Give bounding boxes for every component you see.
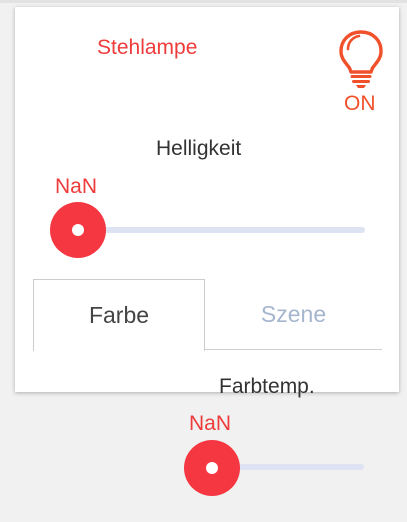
brightness-title: Helligkeit: [156, 137, 242, 160]
brightness-slider-handle[interactable]: [50, 202, 106, 258]
brightness-slider-track[interactable]: [78, 227, 365, 233]
tab-bar-divider: [204, 349, 382, 350]
brightness-value: NaN: [55, 175, 98, 198]
tab-szene[interactable]: Szene: [205, 279, 382, 349]
power-state-label: ON: [344, 92, 376, 115]
device-name: Stehlampe: [97, 36, 198, 59]
color-temperature-title: Farbtemp.: [219, 375, 315, 398]
slider-handle-dot: [72, 224, 84, 236]
slider-handle-dot: [206, 462, 218, 474]
color-temperature-value: NaN: [189, 412, 232, 435]
lamp-toggle-button[interactable]: ON: [333, 29, 389, 119]
color-temperature-slider-handle[interactable]: [184, 440, 240, 496]
top-divider: [0, 0, 407, 3]
tab-farbe[interactable]: Farbe: [33, 279, 205, 351]
lightbulb-icon: [339, 30, 383, 88]
